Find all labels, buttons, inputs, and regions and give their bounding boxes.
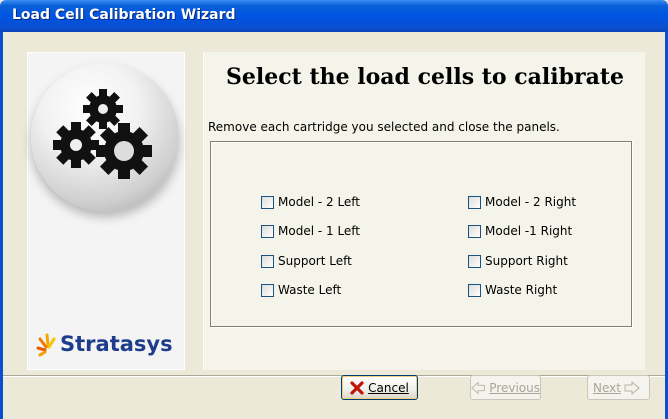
logo-text: Stratasys bbox=[60, 332, 173, 356]
cancel-x-icon bbox=[350, 380, 364, 395]
checkbox-box[interactable] bbox=[261, 283, 274, 297]
checkbox-label: Model - 2 Right bbox=[485, 195, 577, 209]
checkbox-box[interactable] bbox=[468, 254, 481, 268]
checkbox-label: Model -1 Right bbox=[485, 224, 573, 238]
stratasys-logo: Stratasys bbox=[36, 329, 173, 359]
checkbox-box[interactable] bbox=[468, 224, 481, 238]
previous-label: Previous bbox=[489, 380, 540, 395]
next-button[interactable]: Next bbox=[587, 375, 650, 400]
checkbox-label: Model - 2 Left bbox=[278, 195, 361, 209]
checkbox-box[interactable] bbox=[261, 224, 274, 238]
checkbox-label: Model - 1 Left bbox=[278, 224, 361, 238]
arrow-left-icon bbox=[471, 381, 485, 394]
wizard-client-area: Stratasys Select the load cells to calib… bbox=[3, 32, 665, 419]
stratasys-logo-mark-icon bbox=[36, 333, 56, 357]
checkbox-box[interactable] bbox=[261, 254, 274, 268]
arrow-right-icon bbox=[624, 380, 640, 395]
content-panel: Select the load cells to calibrate Remov… bbox=[203, 52, 645, 370]
checkbox-model-2-right[interactable]: Model - 2 Right bbox=[468, 195, 576, 209]
checkbox-box[interactable] bbox=[468, 283, 481, 297]
next-label: Next bbox=[593, 380, 621, 395]
window-title: Load Cell Calibration Wizard bbox=[12, 7, 236, 23]
checkbox-model-1-left[interactable]: Model - 1 Left bbox=[261, 224, 360, 238]
checkbox-label: Waste Right bbox=[485, 283, 558, 297]
checkbox-model-1-right[interactable]: Model -1 Right bbox=[468, 224, 572, 238]
page-title: Select the load cells to calibrate bbox=[226, 64, 624, 90]
instruction-text: Remove each cartridge you selected and c… bbox=[208, 120, 560, 134]
cancel-button[interactable]: Cancel bbox=[341, 375, 418, 400]
checkbox-label: Support Right bbox=[485, 254, 568, 268]
title-bar[interactable]: Load Cell Calibration Wizard bbox=[0, 0, 668, 32]
previous-button[interactable]: Previous bbox=[470, 375, 541, 400]
load-cell-group: Model - 2 Left Model - 1 Left Support Le… bbox=[210, 141, 632, 327]
checkbox-label: Support Left bbox=[278, 254, 352, 268]
checkbox-waste-left[interactable]: Waste Left bbox=[261, 283, 341, 297]
checkbox-box[interactable] bbox=[261, 195, 274, 209]
side-panel: Stratasys bbox=[27, 52, 185, 370]
checkbox-waste-right[interactable]: Waste Right bbox=[468, 283, 557, 297]
gears-icon bbox=[31, 63, 179, 211]
cancel-label: Cancel bbox=[368, 380, 409, 395]
checkbox-support-left[interactable]: Support Left bbox=[261, 254, 352, 268]
checkbox-box[interactable] bbox=[468, 195, 481, 209]
button-separator bbox=[3, 375, 665, 377]
checkbox-model-2-left[interactable]: Model - 2 Left bbox=[261, 195, 360, 209]
checkbox-label: Waste Left bbox=[278, 283, 342, 297]
checkbox-support-right[interactable]: Support Right bbox=[468, 254, 568, 268]
